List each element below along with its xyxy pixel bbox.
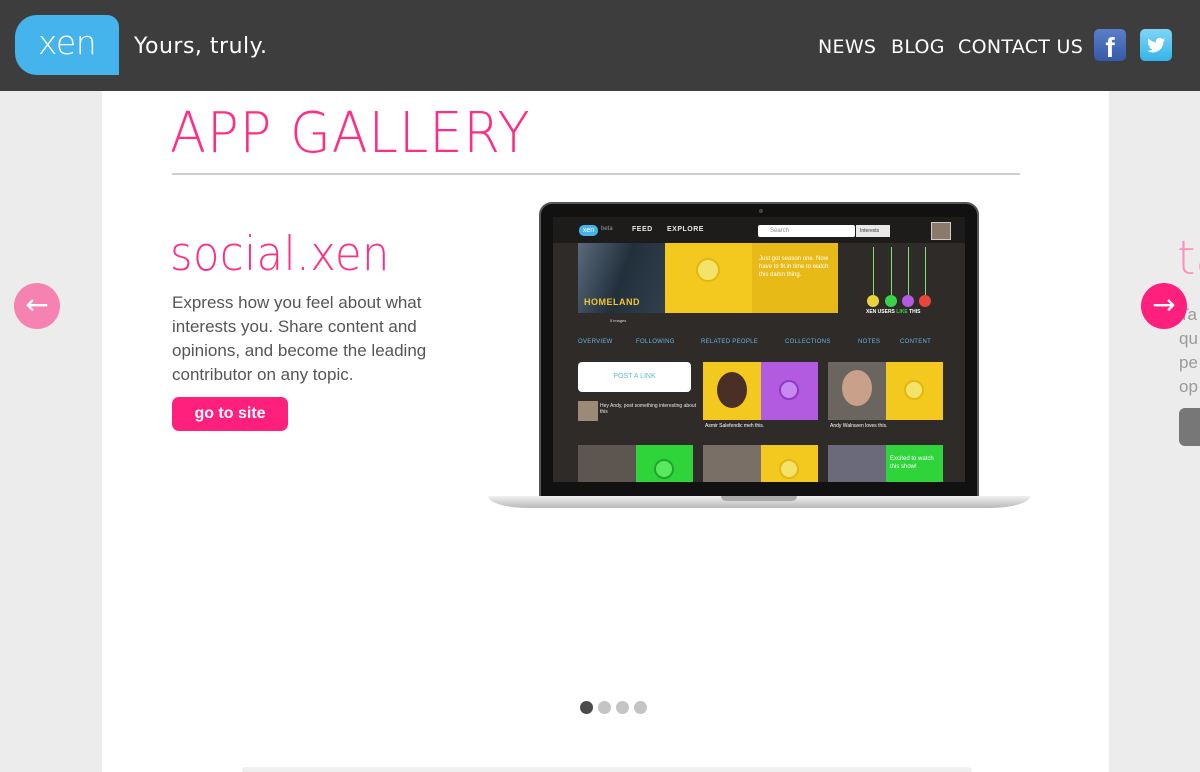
pagination-dot-1[interactable] — [580, 701, 593, 714]
laptop-camera — [759, 209, 763, 213]
next-slide-button — [1179, 408, 1200, 446]
next-slide-text-line: op — [1179, 377, 1198, 396]
next-slide-arrow-icon[interactable]: → — [1141, 283, 1187, 329]
screen-chart-line — [873, 247, 874, 295]
top-header: xen Yours, truly. NEWS BLOG CONTACT US f — [0, 0, 1200, 91]
screen-person-tile — [828, 445, 886, 482]
twitter-bird-icon — [1147, 37, 1166, 53]
next-slide-text-line: qu — [1179, 329, 1198, 348]
screen-tab-related-people: RELATED PEOPLE — [701, 339, 759, 345]
users-like-word: LIKE — [896, 309, 908, 315]
screen-tab-following: FOLLOWING — [636, 339, 675, 345]
love-face-icon — [904, 380, 924, 400]
meh-face-icon — [902, 295, 914, 307]
screen-nav-feed: FEED — [632, 226, 653, 233]
love-face-icon — [779, 459, 799, 479]
screen-caption: Andy Walraven loves this. — [830, 423, 888, 429]
happy-face-icon — [867, 295, 879, 307]
screen-caption: Asmir Salefendic meh this. — [705, 423, 765, 429]
screen-tab-overview: OVERVIEW — [578, 339, 613, 345]
laptop-screen: xen beta FEED EXPLORE Search Interests H… — [553, 217, 965, 482]
slide-pagination — [580, 701, 647, 714]
screen-comment-bubble: Just got season one. Now have to fit in … — [752, 243, 838, 313]
angry-face-icon — [919, 295, 931, 307]
nav-blog[interactable]: BLOG — [891, 36, 945, 58]
meh-face-icon — [779, 380, 799, 400]
laptop-notch — [721, 496, 797, 501]
person-portrait — [717, 372, 747, 408]
screen-chart-line — [925, 247, 926, 295]
tagline: Yours, truly. — [134, 34, 268, 59]
pagination-dot-3[interactable] — [616, 701, 629, 714]
screen-post-link: POST A LINK — [578, 362, 691, 392]
screen-logo: xen — [579, 225, 598, 236]
screen-person-tile — [828, 362, 886, 420]
screen-show-title: HOMELAND — [584, 297, 640, 307]
next-slide-peek: ta Ta qu pe op — [1109, 91, 1200, 772]
laptop-screenshot: xen beta FEED EXPLORE Search Interests H… — [488, 202, 1030, 516]
screen-person-tile — [578, 445, 636, 482]
pagination-dot-2[interactable] — [598, 701, 611, 714]
person-portrait — [842, 370, 872, 406]
screen-images-count: 5 images — [610, 318, 627, 323]
screen-comment-avatar — [578, 401, 598, 421]
screen-avatar — [931, 222, 951, 240]
screen-show-poster: HOMELAND — [578, 243, 665, 313]
screen-emotion-tile — [886, 362, 943, 420]
users-like-prefix: XEN USERS — [866, 309, 897, 315]
facebook-icon[interactable]: f — [1094, 29, 1126, 63]
screen-comment-text: Hey Andy, post something interesting abo… — [600, 403, 697, 415]
laptop-bezel: xen beta FEED EXPLORE Search Interests H… — [539, 202, 979, 498]
screen-search-field: Search — [758, 225, 855, 237]
screen-emotion-tile — [761, 445, 818, 482]
screen-emotion-tile — [665, 243, 752, 313]
page-title: APP GALLERY — [170, 101, 531, 166]
screen-text-tile: Excited to watch this show! — [886, 445, 943, 482]
smile-face-icon — [885, 295, 897, 307]
users-like-suffix: THIS — [907, 309, 921, 315]
twitter-icon[interactable] — [1140, 29, 1172, 61]
app-description: Express how you feel about what interest… — [172, 293, 427, 384]
nav-contact-us[interactable]: CONTACT US — [958, 36, 1083, 58]
nav-news[interactable]: NEWS — [818, 36, 876, 58]
screen-chart-line — [908, 247, 909, 295]
screen-tab-collections: COLLECTIONS — [785, 339, 831, 345]
screen-beta-label: beta — [601, 226, 613, 232]
smile-face-icon — [654, 459, 674, 479]
screen-chart-line — [891, 247, 892, 295]
panel-shadow-divider — [242, 767, 972, 772]
screen-tabs: OVERVIEW FOLLOWING RELATED PEOPLE COLLEC… — [578, 336, 965, 350]
title-divider — [172, 173, 1020, 175]
next-slide-text-line: pe — [1179, 353, 1198, 372]
screen-tab-notes: NOTES — [858, 339, 881, 345]
screen-person-tile — [703, 445, 761, 482]
screen-emotion-tile — [636, 445, 693, 482]
previous-slide-arrow-icon[interactable]: ← — [14, 283, 60, 329]
screen-tab-content: CONTENT — [900, 339, 932, 345]
love-face-icon — [696, 258, 720, 282]
next-slide-title-fragment: ta — [1177, 231, 1200, 286]
screen-interests-dropdown: Interests — [856, 225, 890, 237]
screen-person-tile — [703, 362, 761, 420]
xen-logo[interactable]: xen — [15, 15, 119, 75]
app-name: social.xen — [170, 227, 390, 282]
screen-nav-explore: EXPLORE — [667, 226, 704, 233]
screen-users-like: XEN USERS LIKE THIS — [866, 309, 920, 315]
screen-emotion-tile — [761, 362, 818, 420]
go-to-site-button[interactable]: go to site — [172, 397, 288, 431]
pagination-dot-4[interactable] — [634, 701, 647, 714]
